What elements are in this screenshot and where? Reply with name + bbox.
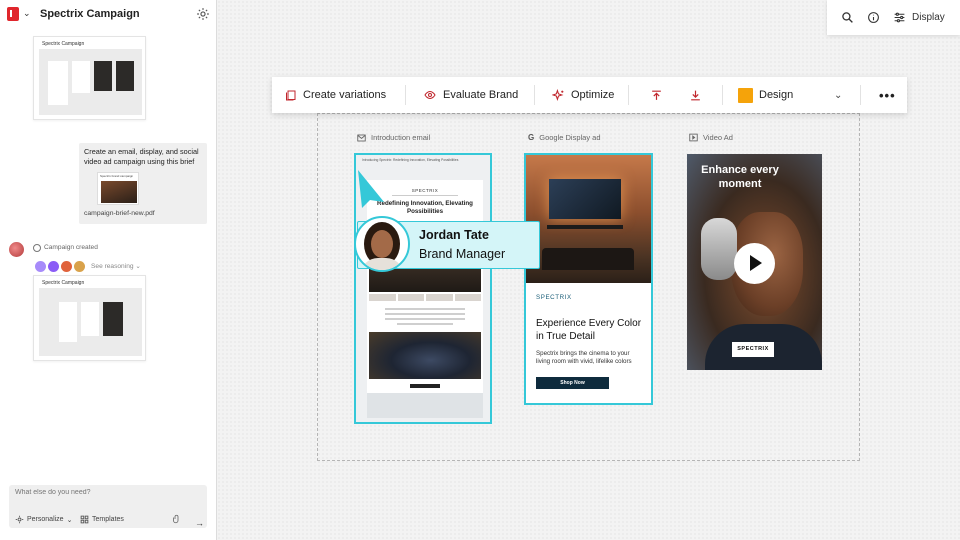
templates-label: Templates: [92, 516, 124, 523]
info-icon[interactable]: [867, 11, 880, 24]
upload-icon: [652, 90, 661, 100]
user-message: Create an email, display, and social vid…: [79, 143, 207, 224]
chat-sidebar: ⌄ Spectrix Campaign Spectrix Campaign Cr…: [0, 0, 217, 540]
assistant-avatar: [9, 242, 24, 257]
create-variations-button[interactable]: Create variations: [285, 77, 386, 113]
thumbnail-title: Spectrix Campaign: [42, 41, 85, 47]
chat-input[interactable]: [15, 489, 195, 496]
sidebar-header: ⌄ Spectrix Campaign: [0, 0, 216, 30]
display-column-label: G Google Display ad: [528, 133, 601, 142]
mail-icon: [357, 134, 366, 141]
chevron-down-icon: ⌄: [66, 516, 73, 524]
email-footer: [367, 393, 483, 418]
personalize-label: Personalize: [27, 516, 64, 523]
design-color-swatch: [738, 87, 753, 103]
evaluate-brand-button[interactable]: Evaluate Brand: [423, 77, 518, 113]
eye-icon: [424, 90, 436, 100]
brief-attachment-thumbnail[interactable]: Spectrix brand campaign: [97, 172, 139, 205]
video-ad-headline: Enhance every moment: [701, 164, 779, 190]
chat-input-box: Personalize ⌄ Templates: [9, 485, 207, 528]
collaborator-name: Jordan Tate: [419, 228, 489, 242]
user-message-text: Create an email, display, and social vid…: [84, 147, 199, 166]
templates-icon: [80, 515, 89, 524]
video-column-label: Video Ad: [689, 133, 733, 142]
sliders-icon[interactable]: [893, 11, 906, 24]
collaborator-tag: Jordan Tate Brand Manager: [354, 216, 540, 272]
display-ad-subtext: Spectrix brings the cinema to your livin…: [536, 350, 632, 365]
email-product-image: [369, 332, 481, 379]
download-button[interactable]: [689, 77, 708, 113]
video-ad-brand: SPECTRIX: [732, 342, 774, 357]
agent-avatar: [35, 261, 46, 272]
display-ad-card[interactable]: SPECTRIX Experience Every Color in True …: [524, 153, 653, 405]
display-ad-image: [526, 155, 651, 283]
email-column-title: Introduction email: [371, 133, 431, 142]
display-column-title: Google Display ad: [539, 133, 601, 142]
display-ad-headline: Experience Every Color in True Detail: [536, 318, 642, 342]
display-ad-brand: SPECTRIX: [536, 294, 572, 301]
video-ad-card[interactable]: Enhance every moment SPECTRIX: [687, 154, 822, 370]
chevron-down-icon[interactable]: ⌄: [834, 77, 842, 113]
publish-button[interactable]: [650, 77, 669, 113]
optimize-label: Optimize: [571, 89, 615, 101]
personalize-button[interactable]: Personalize ⌄: [15, 515, 72, 524]
campaign-status: Campaign created: [44, 244, 98, 251]
see-reasoning-toggle[interactable]: See reasoning ⌄: [91, 262, 141, 270]
sparkle-icon: [552, 88, 564, 101]
design-label: Design: [759, 89, 794, 101]
paperclip-icon[interactable]: [172, 514, 181, 524]
design-dropdown[interactable]: Design: [738, 77, 793, 113]
headphones-image: [701, 218, 737, 280]
app-logo: [7, 7, 19, 21]
download-icon: [691, 90, 700, 100]
search-icon[interactable]: [841, 11, 854, 24]
send-arrow-icon[interactable]: →: [195, 518, 204, 528]
templates-button[interactable]: Templates: [80, 515, 124, 524]
floating-toolbar: Create variations Evaluate Brand Optimiz…: [272, 77, 907, 113]
view-controls: Display: [827, 0, 960, 35]
chevron-down-icon[interactable]: ⌄: [23, 8, 31, 19]
collaborator-avatar: [354, 216, 410, 272]
video-column-title: Video Ad: [703, 133, 733, 142]
agent-avatar: [48, 261, 59, 272]
agent-avatar: [74, 261, 85, 272]
create-variations-label: Create variations: [303, 89, 387, 101]
video-icon: [689, 133, 698, 142]
email-cta-button: [410, 384, 440, 388]
google-icon: G: [528, 133, 535, 142]
campaign-thumbnail[interactable]: Spectrix Campaign: [33, 275, 146, 361]
evaluate-brand-label: Evaluate Brand: [443, 89, 519, 101]
brief-file-name[interactable]: campaign-brief-new.pdf: [84, 210, 155, 217]
thumbnail-title: Spectrix Campaign: [42, 280, 85, 286]
project-title[interactable]: Spectrix Campaign: [40, 8, 140, 20]
gear-icon[interactable]: [196, 7, 210, 21]
collaborator-cursor-icon: [358, 170, 384, 208]
gear-icon: [15, 515, 24, 524]
email-column-label: Introduction email: [357, 133, 430, 142]
chevron-down-icon: ⌄: [135, 263, 141, 270]
shop-now-button: Shop Now: [536, 377, 609, 389]
campaign-thumbnail[interactable]: Spectrix Campaign: [33, 36, 146, 120]
see-reasoning-label: See reasoning: [91, 263, 134, 270]
more-options-icon[interactable]: •••: [879, 77, 896, 113]
brief-thumbnail-title: Spectrix brand campaign: [100, 174, 134, 178]
email-subject-line: Introducing Spectrix: Redefining Innovat…: [362, 158, 459, 162]
collaborator-role: Brand Manager: [419, 247, 506, 261]
agent-avatar: [61, 261, 72, 272]
copy-icon: [286, 90, 296, 100]
email-headline: Redefining Innovation, Elevating Possibi…: [377, 200, 473, 215]
display-menu-label[interactable]: Display: [912, 12, 945, 23]
check-circle-icon: [33, 244, 41, 252]
play-icon[interactable]: [734, 243, 775, 284]
optimize-button[interactable]: Optimize: [552, 77, 614, 113]
